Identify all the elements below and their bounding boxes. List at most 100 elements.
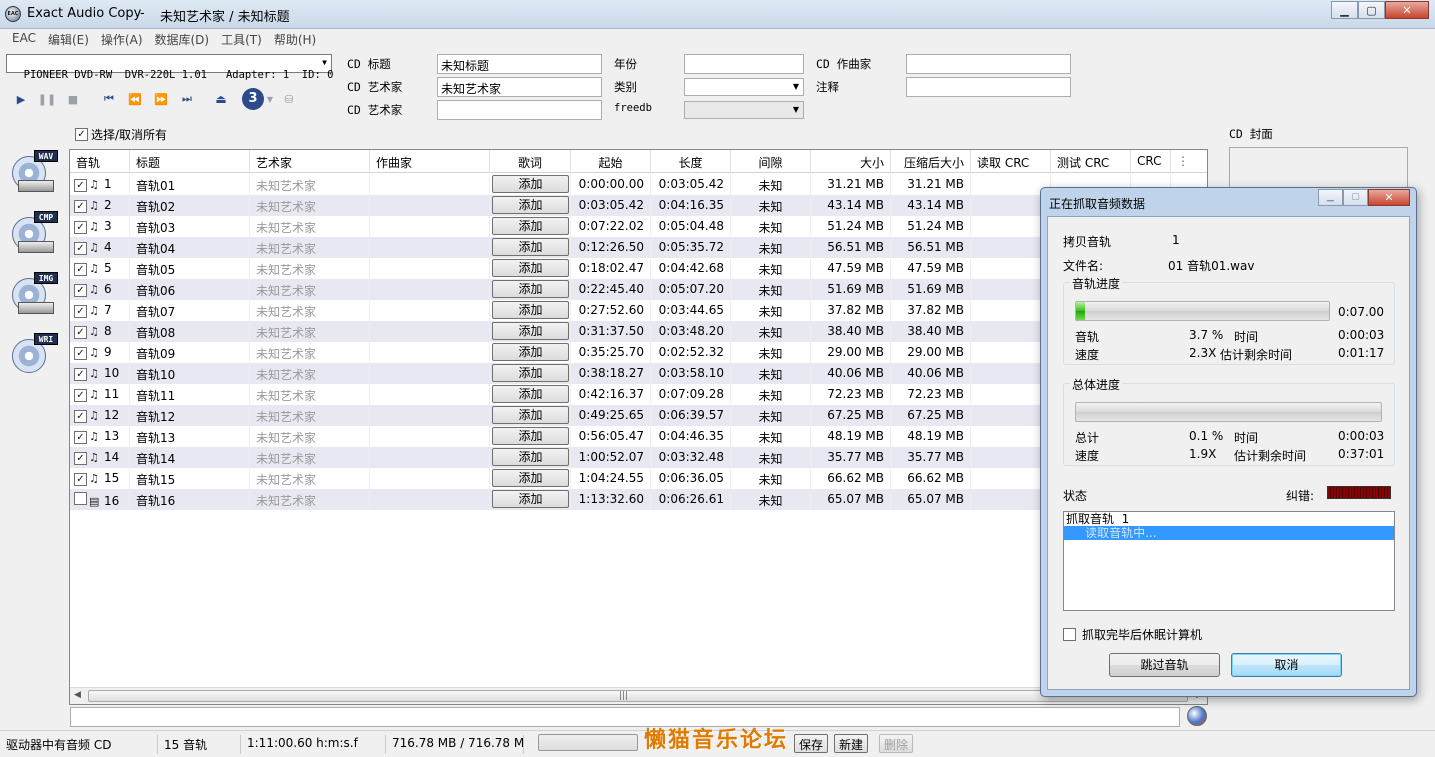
cd-title-field[interactable]: 未知标题 — [437, 54, 602, 74]
fast-forward-icon[interactable]: ⏩ — [148, 93, 174, 106]
title-cell[interactable]: 音轨10 — [130, 363, 250, 384]
table-row[interactable]: ✓ ♫ 15 音轨15 未知艺术家 添加 1:04:24.55 0:06:36.05 未知 66.… — [70, 468, 1207, 489]
add-lyrics-button[interactable]: 添加 — [492, 490, 569, 508]
last-track-icon[interactable]: ⏭ — [174, 92, 200, 106]
add-lyrics-button[interactable]: 添加 — [492, 427, 569, 445]
add-lyrics-button[interactable]: 添加 — [492, 322, 569, 340]
title-cell[interactable]: 音轨07 — [130, 300, 250, 321]
table-row[interactable]: ✓ ♫ 6 音轨06 未知艺术家 添加 0:22:45.40 0:05:07.20 未知 51.6… — [70, 279, 1207, 300]
add-lyrics-button[interactable]: 添加 — [492, 469, 569, 487]
horizontal-scrollbar[interactable]: ◀ ||| ▶ — [70, 687, 1207, 704]
track-checkbox[interactable]: ✓ — [74, 221, 87, 234]
column-header-length[interactable]: 长度 — [651, 150, 731, 173]
save-button[interactable]: 保存 — [794, 734, 829, 753]
cd-artist-field[interactable]: 未知艺术家 — [437, 77, 602, 97]
play-icon[interactable]: ▶ — [8, 93, 34, 106]
column-header-track[interactable]: 音轨 — [70, 150, 130, 173]
comment-field[interactable] — [906, 77, 1071, 97]
log-input[interactable] — [70, 707, 1180, 727]
new-button[interactable]: 新建 — [834, 734, 869, 753]
track-checkbox[interactable]: ✓ — [74, 452, 87, 465]
artist-cell[interactable]: 未知艺术家 — [250, 342, 370, 363]
title-cell[interactable]: 音轨02 — [130, 195, 250, 216]
column-header-gap[interactable]: 间隙 — [731, 150, 811, 173]
track-checkbox[interactable]: ✓ — [74, 389, 87, 402]
track-checkbox[interactable]: ✓ — [74, 410, 87, 423]
add-lyrics-button[interactable]: 添加 — [492, 196, 569, 214]
title-cell[interactable]: 音轨06 — [130, 279, 250, 300]
composer-field[interactable] — [906, 54, 1071, 74]
copy-compressed-tool[interactable]: CMP — [10, 211, 60, 261]
sleep-after-checkbox[interactable]: 抓取完毕后休眠计算机 — [1063, 626, 1202, 643]
table-row[interactable]: ✓ ♫ 8 音轨08 未知艺术家 添加 0:31:37.50 0:03:48.20 未知 38.4… — [70, 321, 1207, 342]
stop-icon[interactable]: ■ — [60, 93, 86, 106]
write-cd-tool[interactable]: WRI — [10, 333, 60, 383]
add-lyrics-button[interactable]: 添加 — [492, 280, 569, 298]
status-log[interactable]: 抓取音轨 1 读取音轨中... — [1063, 511, 1395, 611]
column-header-artist[interactable]: 艺术家 — [250, 150, 370, 173]
title-cell[interactable]: 音轨12 — [130, 405, 250, 426]
table-row[interactable]: ✓ ♫ 10 音轨10 未知艺术家 添加 0:38:18.27 0:03:58.10 未知 40.… — [70, 363, 1207, 384]
track-checkbox[interactable]: ✓ — [74, 326, 87, 339]
skip-track-button[interactable]: 跳过音轨 — [1109, 653, 1220, 677]
add-lyrics-button[interactable]: 添加 — [492, 259, 569, 277]
artist-cell[interactable]: 未知艺术家 — [250, 321, 370, 342]
cancel-button[interactable]: 取消 — [1231, 653, 1342, 677]
title-cell[interactable]: 音轨11 — [130, 384, 250, 405]
artist-cell[interactable]: 未知艺术家 — [250, 279, 370, 300]
first-track-icon[interactable]: ⏮ — [96, 92, 122, 106]
track-checkbox[interactable]: ✓ — [74, 284, 87, 297]
table-row[interactable]: ✓ ♫ 7 音轨07 未知艺术家 添加 0:27:52.60 0:03:44.65 未知 37.8… — [70, 300, 1207, 321]
scrollbar-thumb[interactable]: ||| — [88, 690, 1188, 702]
select-all-checkbox[interactable]: ✓ 选择/取消所有 — [75, 126, 167, 143]
artist-cell[interactable]: 未知艺术家 — [250, 426, 370, 447]
add-lyrics-button[interactable]: 添加 — [492, 301, 569, 319]
artist-cell[interactable]: 未知艺术家 — [250, 237, 370, 258]
dialog-close-button[interactable]: ✕ — [1368, 189, 1410, 206]
column-header-start[interactable]: 起始 — [571, 150, 651, 173]
title-cell[interactable]: 音轨01 — [130, 174, 250, 195]
track-checkbox[interactable]: ✓ — [74, 347, 87, 360]
table-row[interactable]: ✓ ♫ 4 音轨04 未知艺术家 添加 0:12:26.50 0:05:35.72 未知 56.5… — [70, 237, 1207, 258]
eject-icon[interactable]: ⏏ — [208, 92, 234, 106]
artist-cell[interactable]: 未知艺术家 — [250, 384, 370, 405]
title-cell[interactable]: 音轨09 — [130, 342, 250, 363]
disc-dropdown-icon[interactable]: ▼ — [264, 95, 276, 104]
title-cell[interactable]: 音轨03 — [130, 216, 250, 237]
track-checkbox[interactable]: ✓ — [74, 431, 87, 444]
artist-cell[interactable]: 未知艺术家 — [250, 300, 370, 321]
track-checkbox[interactable]: ✓ — [74, 263, 87, 276]
scroll-left-icon[interactable]: ◀ — [74, 690, 81, 700]
artist-cell[interactable]: 未知艺术家 — [250, 489, 370, 510]
title-cell[interactable]: 音轨05 — [130, 258, 250, 279]
globe-icon[interactable] — [1187, 706, 1207, 726]
copy-wav-tool[interactable]: WAV — [10, 150, 60, 200]
menu-eac[interactable]: EAC — [6, 29, 42, 49]
title-cell[interactable]: 音轨08 — [130, 321, 250, 342]
column-header-compressed-size[interactable]: 压缩后大小 — [891, 150, 971, 173]
menu-action[interactable]: 操作(A) — [95, 29, 149, 49]
add-lyrics-button[interactable]: 添加 — [492, 343, 569, 361]
column-header-read-crc[interactable]: 读取 CRC — [971, 150, 1051, 173]
artist-cell[interactable]: 未知艺术家 — [250, 174, 370, 195]
track-checkbox[interactable]: ✓ — [74, 242, 87, 255]
table-row[interactable]: ✓ ♫ 11 音轨11 未知艺术家 添加 0:42:16.37 0:07:09.28 未知 72.… — [70, 384, 1207, 405]
freedb-select[interactable]: ▼ — [684, 101, 804, 119]
artist-cell[interactable]: 未知艺术家 — [250, 468, 370, 489]
column-grip-icon[interactable]: ⋮ — [1171, 150, 1207, 173]
disc-number-icon[interactable]: 3 — [242, 88, 264, 110]
column-header-crc[interactable]: CRC — [1131, 150, 1171, 173]
table-row[interactable]: ✓ ♫ 5 音轨05 未知艺术家 添加 0:18:02.47 0:04:42.68 未知 47.5… — [70, 258, 1207, 279]
artist-cell[interactable]: 未知艺术家 — [250, 258, 370, 279]
delete-button[interactable]: 删除 — [879, 734, 914, 753]
artist-cell[interactable]: 未知艺术家 — [250, 447, 370, 468]
title-cell[interactable]: 音轨14 — [130, 447, 250, 468]
menu-help[interactable]: 帮助(H) — [268, 29, 322, 49]
column-header-size[interactable]: 大小 — [811, 150, 891, 173]
menu-edit[interactable]: 编辑(E) — [42, 29, 95, 49]
artist-cell[interactable]: 未知艺术家 — [250, 405, 370, 426]
genre-select[interactable]: ▼ — [684, 78, 804, 96]
table-row[interactable]: ✓ ♫ 2 音轨02 未知艺术家 添加 0:03:05.42 0:04:16.35 未知 43.1… — [70, 195, 1207, 216]
pause-icon[interactable]: ❚❚ — [34, 93, 60, 106]
rewind-icon[interactable]: ⏪ — [122, 93, 148, 106]
